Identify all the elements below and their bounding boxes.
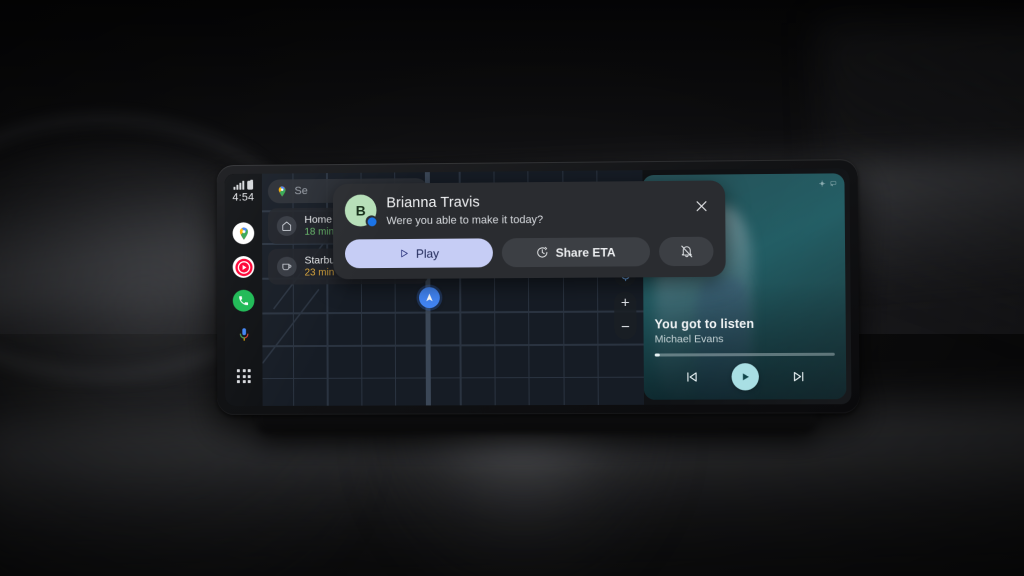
sidebar: 4:54: [224, 173, 263, 407]
notification-actions: Play Share ETA: [344, 236, 714, 269]
zoom-controls: + −: [614, 290, 637, 340]
youtube-music-icon: [234, 258, 253, 276]
sidebar-item-maps[interactable]: [232, 222, 255, 245]
home-icon: [276, 216, 297, 236]
skip-next-icon: [791, 369, 806, 384]
notification-share-eta-label: Share ETA: [555, 245, 616, 260]
app-rail: [232, 222, 255, 387]
notification-mute-button[interactable]: [658, 236, 714, 267]
play-triangle-icon: [398, 248, 409, 259]
notification-share-eta-button[interactable]: Share ETA: [501, 237, 651, 268]
notification-close-button[interactable]: [689, 194, 713, 218]
notification-message: Were you able to make it today?: [386, 214, 544, 228]
media-source-icon[interactable]: [819, 181, 825, 187]
previous-track-button[interactable]: [684, 369, 699, 384]
coffee-cup-icon: [276, 256, 297, 277]
google-maps-icon: [239, 227, 248, 240]
media-play-button[interactable]: [730, 362, 759, 390]
share-eta-clock-icon: [537, 246, 548, 258]
screen: 4:54 Se Home 18 min Starbucks 23 min + −…: [224, 168, 852, 407]
status-bar-clock: 4:54: [232, 191, 255, 204]
notification-play-label: Play: [415, 246, 440, 261]
app-launcher-button[interactable]: [233, 365, 255, 387]
avatar: B: [344, 194, 378, 228]
media-top-icons: [819, 180, 836, 186]
display-bezel: 4:54 Se Home 18 min Starbucks 23 min + −…: [216, 159, 860, 415]
phone-icon: [239, 296, 249, 306]
next-track-button[interactable]: [791, 369, 806, 384]
search-placeholder-text: Se: [294, 185, 308, 198]
skip-previous-icon: [684, 369, 699, 384]
notification-card[interactable]: B Brianna Travis Were you able to make i…: [332, 180, 726, 280]
notification-sender: Brianna Travis: [386, 194, 480, 212]
zoom-in-button[interactable]: +: [614, 291, 636, 315]
media-transport-controls: [644, 360, 847, 393]
track-title: You got to listen: [654, 316, 755, 332]
navigation-arrow-icon: [418, 287, 440, 309]
track-artist: Michael Evans: [654, 333, 724, 346]
status-icons: [233, 180, 254, 190]
sidebar-item-assistant[interactable]: [233, 323, 255, 345]
messages-badge-icon: [365, 215, 378, 228]
microphone-icon: [237, 327, 250, 342]
notification-play-button[interactable]: Play: [344, 238, 493, 269]
destination-eta: 18 min: [304, 226, 335, 238]
sidebar-item-youtube-music[interactable]: [232, 255, 255, 278]
status-bar: 4:54: [232, 180, 255, 204]
play-triangle-icon: [742, 372, 749, 380]
media-track-info: You got to listen Michael Evans: [654, 316, 835, 346]
media-cast-icon[interactable]: [830, 180, 836, 186]
progress-fill: [654, 353, 661, 357]
bell-slash-icon: [679, 244, 694, 259]
notification-header: B Brianna Travis Were you able to make i…: [344, 192, 714, 230]
close-x-icon: [693, 198, 708, 213]
signal-bars-icon: [233, 180, 245, 190]
destination-title: Home: [304, 213, 333, 226]
destination-eta: 23 min: [304, 267, 335, 279]
zoom-out-button[interactable]: −: [614, 315, 636, 339]
infotainment-display: 4:54 Se Home 18 min Starbucks 23 min + −…: [216, 159, 860, 434]
app-grid-icon: [236, 369, 240, 373]
sidebar-item-phone[interactable]: [232, 289, 255, 312]
battery-icon: [247, 180, 254, 190]
google-maps-pin-icon: [278, 185, 286, 197]
